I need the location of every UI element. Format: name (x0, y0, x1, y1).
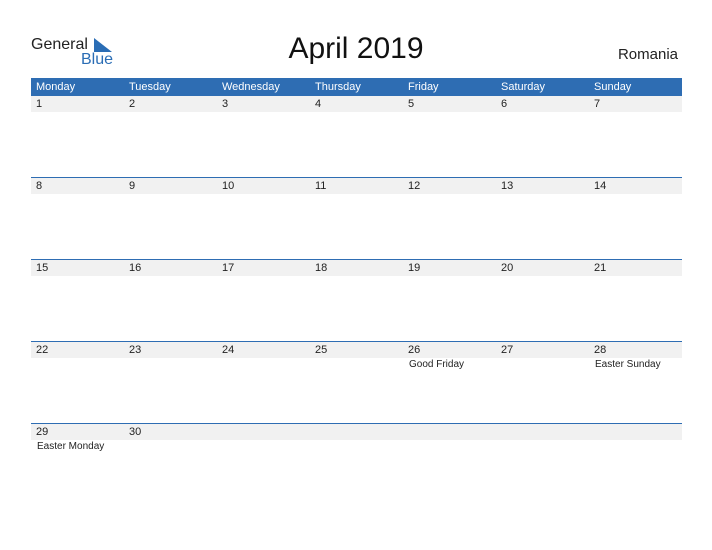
holiday-label (124, 440, 217, 454)
day-number: 11 (315, 180, 327, 192)
day-number (496, 424, 589, 440)
day-number: 3 (222, 98, 229, 110)
day-number: 26 (408, 344, 421, 356)
event-row: Easter Monday (31, 440, 682, 454)
week-row: 29 30 Easter Monday (31, 423, 682, 505)
holiday-label (496, 440, 589, 454)
day-number: 8 (36, 180, 43, 192)
day-number: 14 (594, 180, 607, 192)
day-number: 2 (129, 98, 136, 110)
day-number: 6 (501, 98, 508, 110)
day-number: 19 (408, 262, 421, 274)
holiday-label (310, 440, 403, 454)
country-label: Romania (617, 46, 678, 63)
day-number: 12 (408, 180, 421, 192)
holiday-label (124, 358, 217, 372)
weekday-saturday: Saturday (501, 81, 546, 93)
day-number: 15 (36, 262, 49, 274)
holiday-label: Easter Sunday (595, 359, 661, 370)
day-number (310, 424, 403, 440)
day-number: 4 (315, 98, 322, 110)
weekday-sunday: Sunday (594, 81, 632, 93)
weekday-friday: Friday (408, 81, 439, 93)
calendar-title: April 2019 (288, 32, 424, 65)
holiday-label (217, 440, 310, 454)
day-number: 20 (501, 262, 514, 274)
holiday-label (589, 440, 682, 454)
calendar-grid: Monday Tuesday Wednesday Thursday Friday… (31, 78, 682, 505)
day-number: 23 (129, 344, 142, 356)
day-number: 24 (222, 344, 235, 356)
holiday-label (217, 358, 310, 372)
day-number: 28 (594, 344, 607, 356)
week-row: 15 16 17 18 19 20 21 (31, 259, 682, 341)
holiday-label: Good Friday (409, 359, 465, 370)
day-number: 10 (222, 180, 235, 192)
weekday-tuesday: Tuesday (129, 81, 171, 93)
day-number: 29 (36, 426, 49, 438)
day-number (403, 424, 496, 440)
holiday-label: Easter Monday (37, 441, 105, 452)
day-number: 1 (36, 98, 43, 110)
holiday-label (496, 358, 589, 372)
date-number-row: 1 2 3 4 5 6 7 (31, 96, 682, 112)
weekday-thursday: Thursday (315, 81, 361, 93)
day-number (589, 424, 682, 440)
weekday-wednesday: Wednesday (222, 81, 280, 93)
day-number: 9 (129, 180, 136, 192)
day-number: 25 (315, 344, 328, 356)
day-number: 16 (129, 262, 142, 274)
date-number-row: 8 9 10 11 12 13 14 (31, 178, 682, 194)
holiday-label (31, 358, 124, 372)
weekday-header: Monday Tuesday Wednesday Thursday Friday… (31, 78, 682, 96)
day-number: 18 (315, 262, 328, 274)
date-number-row: 29 30 (31, 424, 682, 440)
week-row: 22 23 24 25 26 27 28 Good Friday Easter Sunday (31, 341, 682, 423)
day-number: 17 (222, 262, 235, 274)
day-number: 7 (594, 98, 601, 110)
day-number: 27 (501, 344, 514, 356)
date-number-row: 22 23 24 25 26 27 28 (31, 342, 682, 358)
day-number: 30 (129, 426, 142, 438)
day-number (217, 424, 310, 440)
week-row: 8 9 10 11 12 13 14 (31, 177, 682, 259)
day-number: 13 (501, 180, 514, 192)
day-number: 22 (36, 344, 49, 356)
event-row: Good Friday Easter Sunday (31, 358, 682, 372)
holiday-label (403, 440, 496, 454)
week-row: 1 2 3 4 5 6 7 (31, 96, 682, 177)
date-number-row: 15 16 17 18 19 20 21 (31, 260, 682, 276)
day-number: 21 (594, 262, 607, 274)
weekday-monday: Monday (36, 81, 76, 93)
holiday-label (310, 358, 403, 372)
day-number: 5 (408, 98, 415, 110)
